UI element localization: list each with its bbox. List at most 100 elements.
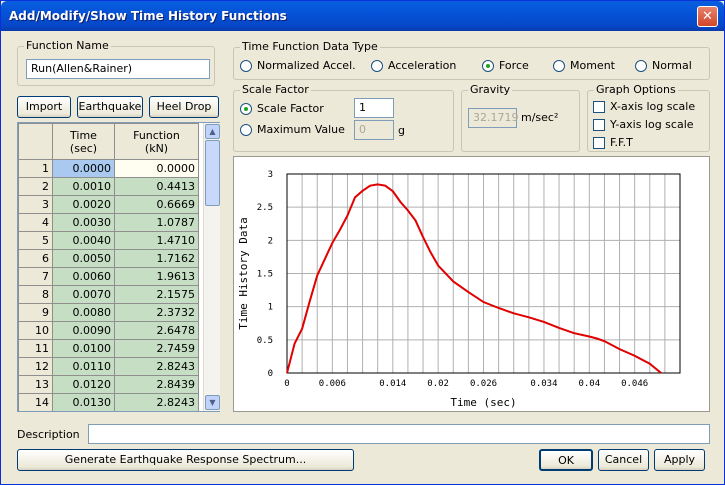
max-value-input[interactable]: 0 — [354, 120, 394, 140]
time-cell[interactable]: 0.0080 — [52, 303, 115, 322]
row-header[interactable]: 5 — [18, 231, 53, 250]
time-cell[interactable]: 0.0060 — [52, 267, 115, 286]
radio-moment[interactable]: Moment — [553, 59, 615, 72]
function-cell[interactable]: 2.8243 — [114, 393, 199, 411]
time-cell[interactable]: 0.0110 — [52, 357, 115, 376]
scroll-down-icon[interactable]: ▼ — [205, 395, 220, 410]
time-history-plot: 0 0.006 0.014 0.02 0.026 0.034 0.04 0.046 0 0.5 1 1… — [233, 156, 710, 412]
time-cell[interactable]: 0.0090 — [52, 321, 115, 340]
function-cell[interactable]: 1.7162 — [114, 249, 199, 268]
time-cell[interactable]: 0.0100 — [52, 339, 115, 358]
row-header[interactable]: 13 — [18, 375, 53, 394]
description-input[interactable] — [88, 424, 710, 444]
earthquake-button[interactable]: Earthquake — [77, 96, 143, 118]
time-cell[interactable]: 0.0020 — [52, 195, 115, 214]
time-cell[interactable]: 0.0120 — [52, 375, 115, 394]
table-row[interactable]: 1 0.0000 0.0000 — [18, 159, 199, 178]
x-log-checkbox[interactable]: X-axis log scale — [593, 100, 695, 113]
row-header[interactable]: 4 — [18, 213, 53, 232]
function-cell[interactable]: 2.1575 — [114, 285, 199, 304]
row-header[interactable]: 14 — [18, 393, 53, 411]
time-cell[interactable]: 0.0070 — [52, 285, 115, 304]
gravity-unit: m/sec² — [521, 111, 559, 124]
import-button[interactable]: Import — [17, 96, 71, 118]
radio-label: Scale Factor — [257, 102, 324, 115]
time-cell[interactable]: 0.0000 — [52, 159, 115, 178]
scale-factor-input[interactable]: 1 — [354, 98, 394, 118]
table-row[interactable]: 9 0.0080 2.3732 — [18, 303, 199, 322]
row-header[interactable]: 8 — [18, 285, 53, 304]
time-function-grid[interactable]: Time (sec) Function (kN) 1 0.0000 0.0000 2 0… — [17, 122, 220, 412]
function-cell[interactable]: 2.8439 — [114, 375, 199, 394]
table-row[interactable]: 7 0.0060 1.9613 — [18, 267, 199, 286]
table-row[interactable]: 3 0.0020 0.6669 — [18, 195, 199, 214]
table-row[interactable]: 2 0.0010 0.4413 — [18, 177, 199, 196]
radio-icon — [553, 59, 565, 72]
y-tick-label: 2 — [268, 236, 273, 246]
table-row[interactable]: 5 0.0040 1.4710 — [18, 231, 199, 250]
function-cell[interactable]: 2.3732 — [114, 303, 199, 322]
row-header[interactable]: 10 — [18, 321, 53, 340]
row-header[interactable]: 3 — [18, 195, 53, 214]
cancel-button[interactable]: Cancel — [598, 449, 649, 471]
table-row[interactable]: 12 0.0110 2.8243 — [18, 357, 199, 376]
time-column-header[interactable]: Time (sec) — [52, 123, 115, 160]
table-row[interactable]: 13 0.0120 2.8439 — [18, 375, 199, 394]
row-header[interactable]: 6 — [18, 249, 53, 268]
time-cell[interactable]: 0.0040 — [52, 231, 115, 250]
grid-scrollbar[interactable]: ▲ ▼ — [203, 123, 220, 411]
radio-acceleration[interactable]: Acceleration — [371, 59, 456, 72]
ok-button[interactable]: OK — [539, 449, 593, 471]
fft-checkbox[interactable]: F.F.T — [593, 136, 633, 149]
apply-button[interactable]: Apply — [654, 449, 705, 471]
checkbox-icon — [593, 100, 605, 113]
function-column-header[interactable]: Function (kN) — [114, 123, 199, 160]
table-row[interactable]: 6 0.0050 1.7162 — [18, 249, 199, 268]
time-cell[interactable]: 0.0030 — [52, 213, 115, 232]
gravity-input[interactable]: 32.1719 — [468, 108, 519, 128]
radio-normal[interactable]: Normal — [635, 59, 692, 72]
radio-scale-factor[interactable]: Scale Factor — [240, 102, 324, 115]
description-label: Description — [17, 428, 80, 441]
function-name-input[interactable]: Run(Allen&Rainer) — [26, 59, 210, 79]
table-row[interactable]: 11 0.0100 2.7459 — [18, 339, 199, 358]
table-row[interactable]: 14 0.0130 2.8243 — [18, 393, 199, 411]
table-row[interactable]: 8 0.0070 2.1575 — [18, 285, 199, 304]
row-header[interactable]: 12 — [18, 357, 53, 376]
function-cell[interactable]: 2.7459 — [114, 339, 199, 358]
series-line — [286, 183, 662, 374]
radio-normalized-accel[interactable]: Normalized Accel. — [240, 59, 356, 72]
row-header[interactable]: 7 — [18, 267, 53, 286]
function-cell[interactable]: 2.6478 — [114, 321, 199, 340]
function-cell[interactable]: 2.8243 — [114, 357, 199, 376]
table-row[interactable]: 4 0.0030 1.0787 — [18, 213, 199, 232]
y-log-checkbox[interactable]: Y-axis log scale — [593, 118, 694, 131]
row-header[interactable]: 9 — [18, 303, 53, 322]
scroll-up-icon[interactable]: ▲ — [205, 124, 220, 139]
graph-options-label: Graph Options — [594, 83, 678, 96]
row-header[interactable]: 2 — [18, 177, 53, 196]
function-cell[interactable]: 1.4710 — [114, 231, 199, 250]
row-header[interactable]: 11 — [18, 339, 53, 358]
table-row[interactable]: 10 0.0090 2.6478 — [18, 321, 199, 340]
time-cell[interactable]: 0.0130 — [52, 393, 115, 411]
close-icon[interactable]: ✕ — [697, 6, 718, 27]
row-header[interactable]: 1 — [18, 159, 53, 178]
radio-force[interactable]: Force — [482, 59, 529, 72]
title-bar[interactable]: Add/Modify/Show Time History Functions ✕ — [1, 1, 724, 31]
time-cell[interactable]: 0.0010 — [52, 177, 115, 196]
grid-table: Time (sec) Function (kN) 1 0.0000 0.0000 2 0… — [18, 123, 199, 411]
generate-spectrum-button[interactable]: Generate Earthquake Response Spectrum... — [17, 449, 354, 471]
heel-drop-button[interactable]: Heel Drop — [149, 96, 219, 118]
function-cell[interactable]: 0.0000 — [114, 159, 199, 178]
y-tick-label: 1.5 — [257, 270, 273, 280]
time-cell[interactable]: 0.0050 — [52, 249, 115, 268]
radio-selected-icon — [482, 59, 494, 72]
function-cell[interactable]: 0.6669 — [114, 195, 199, 214]
radio-label: Force — [499, 59, 529, 72]
scroll-thumb[interactable] — [205, 140, 220, 206]
function-cell[interactable]: 1.9613 — [114, 267, 199, 286]
function-cell[interactable]: 1.0787 — [114, 213, 199, 232]
function-cell[interactable]: 0.4413 — [114, 177, 199, 196]
radio-maximum-value[interactable]: Maximum Value — [240, 123, 345, 136]
